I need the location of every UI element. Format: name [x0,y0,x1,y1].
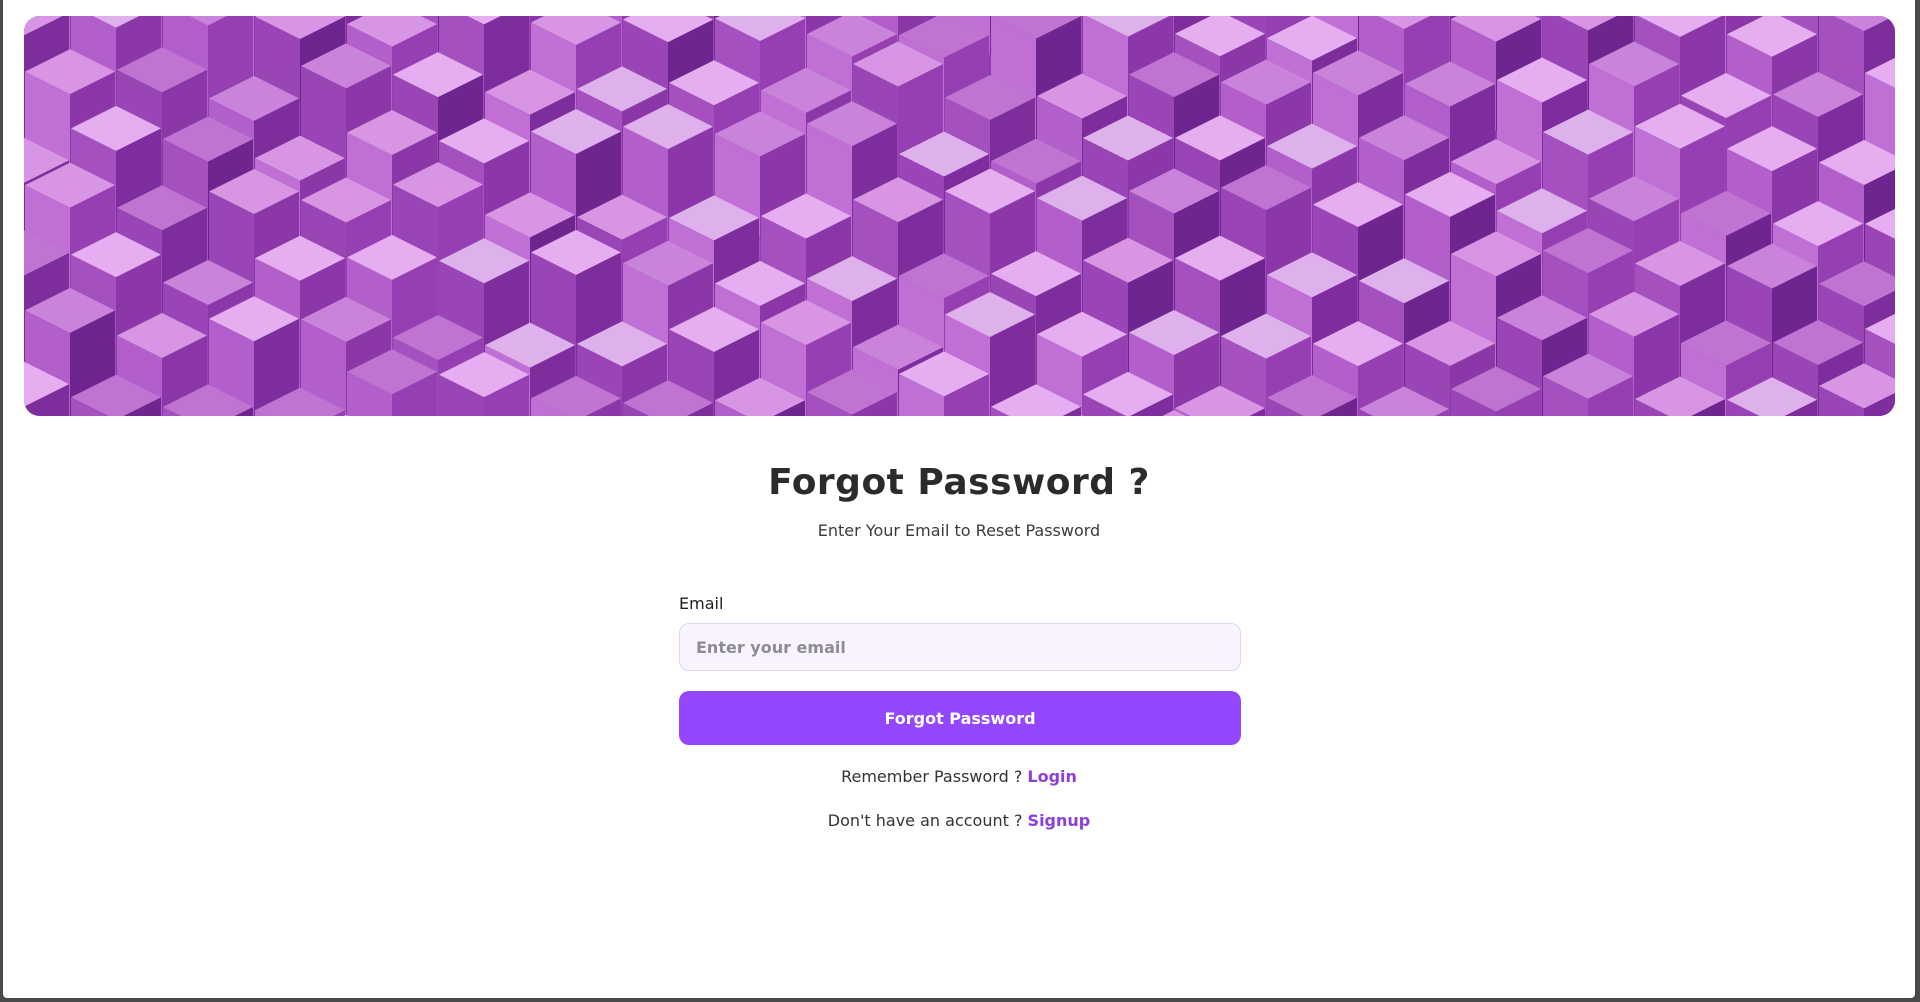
hero-banner-image [24,16,1895,416]
remember-password-line: Remember Password ? Login [3,767,1915,786]
email-label: Email [679,594,724,613]
forgot-password-button[interactable]: Forgot Password [679,691,1241,745]
no-account-line: Don't have an account ? Signup [3,811,1915,830]
email-input[interactable] [679,623,1241,671]
page-frame: Forgot Password ? Enter Your Email to Re… [3,0,1915,998]
login-link[interactable]: Login [1027,767,1077,786]
forgot-password-form: Email Forgot Password [679,594,1241,745]
page-title: Forgot Password ? [768,462,1150,503]
page-subtitle: Enter Your Email to Reset Password [817,521,1101,540]
remember-password-text: Remember Password ? [841,767,1023,786]
signup-link[interactable]: Signup [1028,811,1091,830]
no-account-text: Don't have an account ? [827,811,1023,830]
